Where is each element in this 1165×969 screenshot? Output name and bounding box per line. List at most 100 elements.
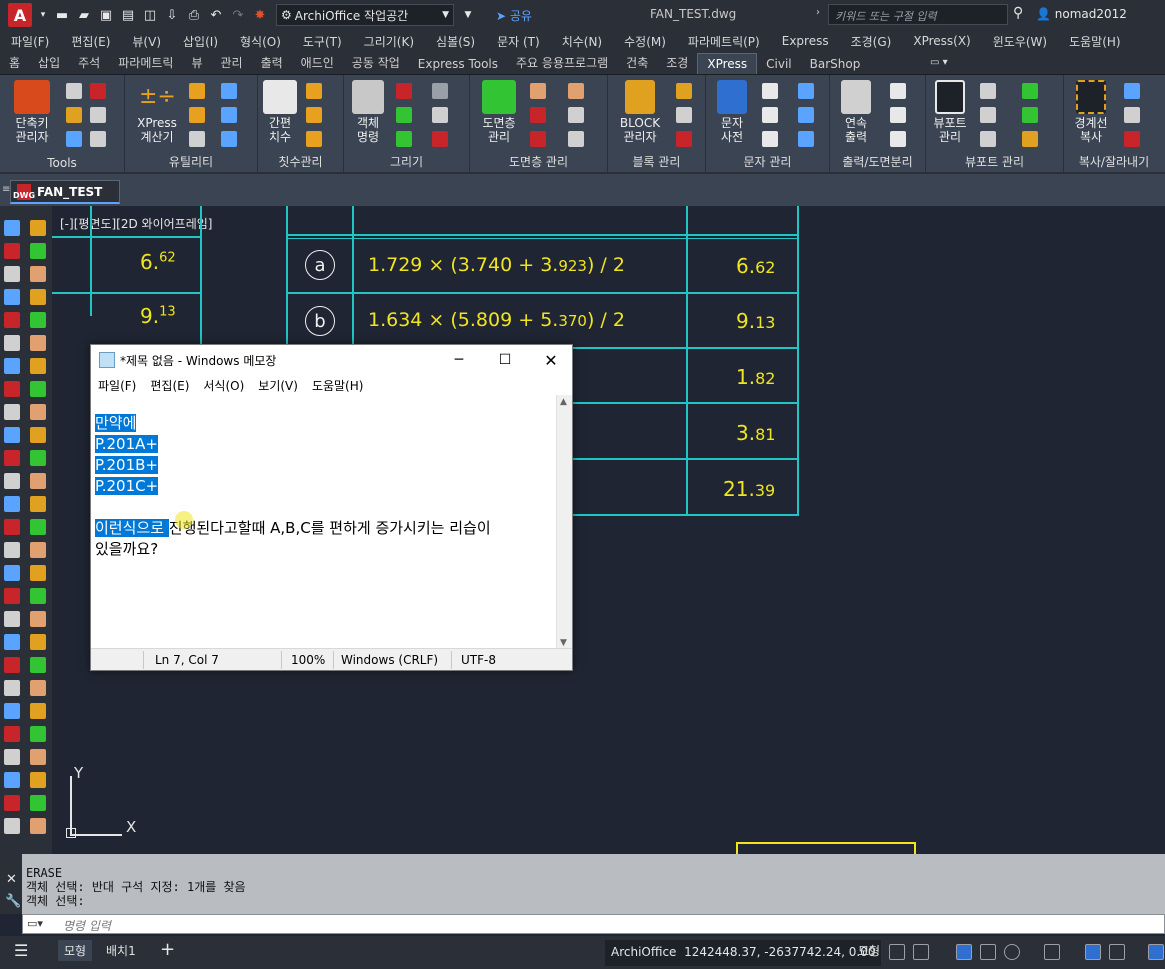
toolbar-tool-icon[interactable] bbox=[30, 611, 46, 627]
menu-item[interactable]: 문자 (T) bbox=[486, 33, 551, 50]
ribbon-tab[interactable]: 주석 bbox=[69, 51, 109, 74]
ribbon-tab[interactable]: 주요 응용프로그램 bbox=[507, 51, 617, 74]
osnap-icon[interactable] bbox=[1044, 944, 1060, 960]
grid-icon[interactable] bbox=[889, 944, 905, 960]
toolbar-tool-icon[interactable] bbox=[4, 427, 20, 443]
share-button[interactable]: ➤ 공유 bbox=[496, 7, 532, 24]
menu-item[interactable]: 파일(F) bbox=[0, 33, 60, 50]
util-4-icon[interactable] bbox=[221, 107, 237, 123]
scroll-up-icon[interactable]: ▲ bbox=[560, 397, 567, 407]
tool-text-icon[interactable] bbox=[90, 107, 106, 123]
toolbar-tool-icon[interactable] bbox=[30, 496, 46, 512]
toolbar-tool-icon[interactable] bbox=[30, 358, 46, 374]
toolbar-tool-icon[interactable] bbox=[4, 358, 20, 374]
toolbar-tool-icon[interactable] bbox=[30, 749, 46, 765]
toolbar-tool-icon[interactable] bbox=[4, 657, 20, 673]
tab-model[interactable]: 모형 bbox=[58, 940, 93, 961]
toolbar-tool-icon[interactable] bbox=[30, 289, 46, 305]
redo-icon[interactable]: ↷ bbox=[230, 7, 246, 23]
toolbar-tool-icon[interactable] bbox=[30, 335, 46, 351]
toolbar-tool-icon[interactable] bbox=[4, 818, 20, 834]
ribbon-tab[interactable]: 뷰 bbox=[182, 51, 211, 74]
search-icon[interactable]: ⚲ bbox=[1013, 5, 1023, 21]
toolbar-tool-icon[interactable] bbox=[4, 312, 20, 328]
util-2-icon[interactable] bbox=[221, 83, 237, 99]
save-as-icon[interactable]: ▤ bbox=[120, 7, 136, 23]
toolbar-tool-icon[interactable] bbox=[4, 335, 20, 351]
toolbar-tool-icon[interactable] bbox=[30, 266, 46, 282]
hamburger-menu-icon[interactable]: ☰ bbox=[14, 941, 28, 960]
toolbar-tool-icon[interactable] bbox=[4, 243, 20, 259]
vp-2-icon[interactable] bbox=[1022, 83, 1038, 99]
model-space-button[interactable]: 모형 bbox=[858, 942, 880, 959]
open-folder-icon[interactable]: ▰ bbox=[76, 7, 92, 23]
customize-icon[interactable]: ▼ bbox=[460, 7, 476, 23]
util-6-icon[interactable] bbox=[221, 131, 237, 147]
ribbon-tab[interactable]: 홈 bbox=[0, 51, 29, 74]
dropdown-arrow-icon[interactable]: ▾ bbox=[38, 7, 48, 23]
shortcut-manager-button[interactable]: 단축키 관리자 bbox=[4, 80, 60, 144]
menu-item[interactable]: 도구(T) bbox=[292, 33, 353, 50]
toolbar-tool-icon[interactable] bbox=[30, 473, 46, 489]
toolbar-tool-icon[interactable] bbox=[4, 450, 20, 466]
ribbon-tab[interactable]: Express Tools bbox=[409, 54, 507, 74]
menu-item[interactable]: 그리기(K) bbox=[353, 33, 425, 50]
layer-manager-button[interactable]: 도면층 관리 bbox=[474, 80, 524, 144]
draw-5-icon[interactable] bbox=[396, 131, 412, 147]
layer-2-icon[interactable] bbox=[568, 83, 584, 99]
lineweight-icon[interactable] bbox=[1085, 944, 1101, 960]
menu-item[interactable]: 치수(N) bbox=[551, 33, 613, 50]
infer-icon[interactable] bbox=[956, 944, 972, 960]
close-icon[interactable]: ✕ bbox=[6, 872, 17, 887]
ribbon-tab[interactable]: 출력 bbox=[252, 51, 292, 74]
coordinate-readout[interactable]: ArchiOffice 1242448.37, -2637742.24, 0.0… bbox=[605, 940, 882, 966]
web-save-icon[interactable]: ◫ bbox=[142, 7, 158, 23]
transparency-icon[interactable] bbox=[1109, 944, 1125, 960]
selection-cycle-icon[interactable] bbox=[1148, 944, 1164, 960]
close-button[interactable]: ✕ bbox=[528, 345, 574, 375]
menu-item[interactable]: Express bbox=[771, 34, 840, 48]
copy-1-icon[interactable] bbox=[1124, 83, 1140, 99]
draw-1-icon[interactable] bbox=[396, 83, 412, 99]
notepad-menu-item[interactable]: 도움말(H) bbox=[305, 377, 371, 394]
copy-2-icon[interactable] bbox=[1124, 107, 1140, 123]
toolbar-tool-icon[interactable] bbox=[30, 243, 46, 259]
toolbar-tool-icon[interactable] bbox=[4, 611, 20, 627]
notepad-menu-item[interactable]: 파일(F) bbox=[91, 377, 143, 394]
new-file-icon[interactable]: ▬ bbox=[54, 7, 70, 23]
toolbar-tool-icon[interactable] bbox=[4, 795, 20, 811]
toolbar-tool-icon[interactable] bbox=[4, 266, 20, 282]
toolbar-tool-icon[interactable] bbox=[30, 726, 46, 742]
print-icon[interactable]: ⎙ bbox=[186, 7, 202, 23]
toolbar-tool-icon[interactable] bbox=[30, 427, 46, 443]
notepad-menu-item[interactable]: 편집(E) bbox=[143, 377, 196, 394]
chevron-right-icon[interactable]: › bbox=[816, 7, 820, 18]
calculator-button[interactable]: ±÷ XPress 계산기 bbox=[129, 80, 185, 144]
util-1-icon[interactable] bbox=[189, 83, 205, 99]
ribbon-tab[interactable]: Civil bbox=[757, 54, 800, 74]
copy-3-icon[interactable] bbox=[1124, 131, 1140, 147]
object-command-button[interactable]: 객체 명령 bbox=[346, 80, 390, 144]
toolbar-tool-icon[interactable] bbox=[30, 772, 46, 788]
notepad-menu-item[interactable]: 서식(O) bbox=[196, 377, 251, 394]
toolbar-tool-icon[interactable] bbox=[30, 588, 46, 604]
block-manager-button[interactable]: BLOCK 관리자 bbox=[612, 80, 668, 144]
notepad-scrollbar[interactable]: ▲ ▼ bbox=[556, 395, 572, 650]
toolbar-tool-icon[interactable] bbox=[30, 657, 46, 673]
util-3-icon[interactable] bbox=[189, 107, 205, 123]
menu-item[interactable]: 편집(E) bbox=[60, 33, 121, 50]
toolbar-tool-icon[interactable] bbox=[30, 703, 46, 719]
block-3-icon[interactable] bbox=[676, 131, 692, 147]
text-4-icon[interactable] bbox=[798, 107, 814, 123]
layer-1-icon[interactable] bbox=[530, 83, 546, 99]
toolbar-tool-icon[interactable] bbox=[4, 726, 20, 742]
vp-4-icon[interactable] bbox=[1022, 107, 1038, 123]
text-5-icon[interactable] bbox=[762, 131, 778, 147]
app-logo-icon[interactable]: A bbox=[8, 3, 32, 27]
vp-1-icon[interactable] bbox=[980, 83, 996, 99]
workspace-select[interactable]: ⚙ ArchiOffice 작업공간 ▼ bbox=[276, 4, 454, 26]
viewport-label[interactable]: [-][평면도][2D 와이어프레임] bbox=[60, 215, 212, 232]
menu-item[interactable]: 삽입(I) bbox=[172, 33, 229, 50]
layer-6-icon[interactable] bbox=[568, 131, 584, 147]
toolbar-tool-icon[interactable] bbox=[4, 381, 20, 397]
